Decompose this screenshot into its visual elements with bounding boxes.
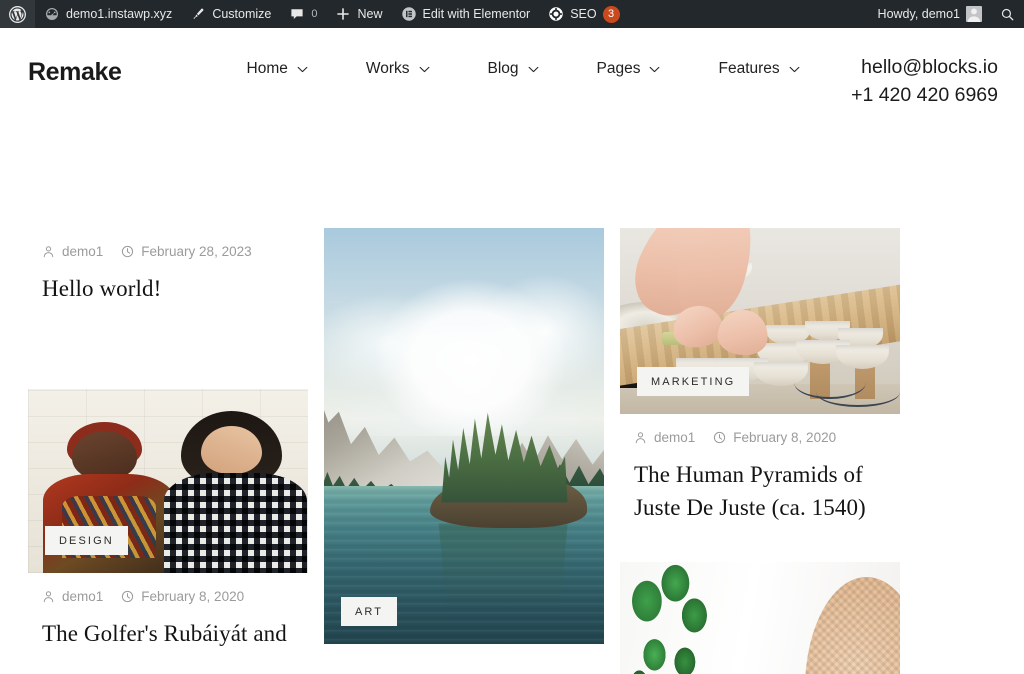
post-title[interactable]: The Human Pyramids of Juste De Juste (ca… — [634, 458, 900, 524]
dashboard-icon — [44, 6, 60, 22]
post-author-name: demo1 — [654, 430, 696, 445]
post-meta: demo1 February 28, 2023 — [42, 244, 308, 259]
post-card-art: ART — [324, 228, 604, 644]
site-name-menu[interactable]: demo1.instawp.xyz — [35, 0, 181, 28]
nav-item-label: Home — [246, 60, 288, 77]
post-date-text: February 8, 2020 — [733, 430, 837, 445]
admin-bar-search-button[interactable] — [991, 0, 1024, 28]
post-title[interactable]: The Golfer's Rubáiyát and — [42, 617, 308, 650]
person-icon — [42, 590, 55, 603]
edit-with-elementor-label: Edit with Elementor — [422, 7, 531, 21]
site-logo[interactable]: Remake — [28, 58, 122, 87]
person-icon — [42, 245, 55, 258]
admin-bar-left-group: demo1.instawp.xyz Customize 0 New Edit w — [0, 0, 629, 28]
person-icon — [634, 431, 647, 444]
seo-menu[interactable]: SEO 3 — [539, 0, 628, 28]
paintbrush-icon — [190, 6, 206, 22]
chevron-down-icon — [419, 66, 430, 73]
post-meta: demo1 February 8, 2020 — [42, 589, 308, 604]
post-card-human-pyramids: MARKETING demo1 February 8, 2020 The Hum… — [620, 228, 900, 524]
site-header: Remake Home Works Blog Pages Features he… — [0, 28, 1024, 130]
masonry-column-middle: ART — [324, 130, 604, 674]
post-date[interactable]: February 28, 2023 — [121, 244, 252, 259]
nav-item-works[interactable]: Works — [337, 60, 459, 78]
clock-icon — [121, 590, 134, 603]
chevron-down-icon — [528, 66, 539, 73]
site-name-label: demo1.instawp.xyz — [66, 7, 173, 21]
person-right-figure — [163, 411, 307, 574]
category-badge[interactable]: ART — [341, 597, 398, 626]
search-icon — [1000, 7, 1015, 22]
chevron-down-icon — [297, 66, 308, 73]
masonry-column-left: demo1 February 28, 2023 Hello world! DES… — [28, 228, 308, 674]
post-author[interactable]: demo1 — [42, 244, 103, 259]
post-author[interactable]: demo1 — [42, 589, 103, 604]
post-thumbnail[interactable]: DESIGN — [28, 389, 308, 574]
category-badge[interactable]: DESIGN — [45, 526, 128, 556]
customize-label: Customize — [212, 7, 272, 21]
header-contact: hello@blocks.io +1 420 420 6969 — [851, 54, 998, 109]
seo-issues-count: 3 — [602, 5, 620, 23]
nav-item-label: Blog — [487, 60, 519, 77]
post-thumbnail[interactable]: ART — [324, 228, 604, 644]
edit-with-elementor-link[interactable]: Edit with Elementor — [392, 0, 540, 28]
post-card-golfer: DESIGN demo1 February 8, 2020 The Golfer… — [28, 389, 308, 650]
admin-bar-right-group: Howdy, demo1 — [869, 0, 1024, 28]
customize-link[interactable]: Customize — [181, 0, 280, 28]
howdy-label: Howdy, demo1 — [877, 7, 960, 21]
post-card-hello-world: demo1 February 28, 2023 Hello world! — [28, 244, 308, 305]
comments-link[interactable]: 0 — [280, 0, 326, 28]
post-thumbnail[interactable] — [620, 562, 900, 674]
primary-navigation: Home Works Blog Pages Features — [218, 60, 829, 78]
wp-admin-bar: demo1.instawp.xyz Customize 0 New Edit w — [0, 0, 1024, 28]
new-content-link[interactable]: New — [326, 0, 391, 28]
nav-item-label: Features — [718, 60, 780, 77]
clock-icon — [713, 431, 726, 444]
post-author-name: demo1 — [62, 589, 104, 605]
blog-archive: demo1 February 28, 2023 Hello world! DES… — [0, 130, 1024, 674]
elementor-icon — [401, 6, 417, 22]
new-content-label: New — [357, 7, 383, 21]
nav-item-features[interactable]: Features — [689, 60, 828, 78]
nav-item-pages[interactable]: Pages — [568, 60, 690, 78]
avatar — [966, 6, 982, 22]
seo-label: SEO — [570, 7, 597, 21]
clock-icon — [121, 245, 134, 258]
post-thumbnail[interactable]: MARKETING — [620, 228, 900, 414]
seo-icon — [548, 6, 564, 22]
tree-reflection — [438, 523, 568, 615]
chevron-down-icon — [649, 66, 660, 73]
nav-item-blog[interactable]: Blog — [459, 60, 568, 78]
nav-item-label: Pages — [596, 60, 641, 77]
post-meta: demo1 February 8, 2020 — [634, 430, 900, 445]
thumbnail-image-desk — [620, 562, 900, 674]
post-author[interactable]: demo1 — [634, 430, 695, 445]
ceramic-bowl — [835, 345, 889, 370]
my-account-menu[interactable]: Howdy, demo1 — [869, 0, 991, 28]
post-date-text: February 28, 2023 — [141, 244, 252, 259]
wordpress-logo-icon — [9, 5, 26, 23]
post-card-desk — [620, 562, 900, 674]
post-date[interactable]: February 8, 2020 — [121, 589, 244, 604]
nav-item-label: Works — [365, 60, 410, 77]
post-title[interactable]: Hello world! — [42, 272, 308, 305]
comments-count: 0 — [311, 7, 318, 20]
post-date[interactable]: February 8, 2020 — [713, 430, 836, 445]
post-author-name: demo1 — [62, 244, 104, 259]
post-masonry-grid: demo1 February 28, 2023 Hello world! DES… — [28, 130, 998, 674]
post-date-text: February 8, 2020 — [141, 589, 245, 605]
thumbnail-image-lake — [324, 228, 604, 644]
comment-bubble-icon — [289, 6, 305, 22]
contact-phone[interactable]: +1 420 420 6969 — [851, 82, 998, 110]
wp-logo-menu[interactable] — [0, 0, 35, 28]
nav-item-home[interactable]: Home — [218, 60, 337, 78]
contact-email[interactable]: hello@blocks.io — [851, 54, 998, 82]
category-badge[interactable]: MARKETING — [637, 367, 750, 396]
plus-icon — [335, 6, 351, 22]
clouds-layer — [324, 236, 604, 436]
masonry-column-right: MARKETING demo1 February 8, 2020 The Hum… — [620, 130, 900, 674]
green-plant — [625, 562, 721, 674]
power-cord — [816, 377, 900, 407]
chevron-down-icon — [789, 66, 800, 73]
